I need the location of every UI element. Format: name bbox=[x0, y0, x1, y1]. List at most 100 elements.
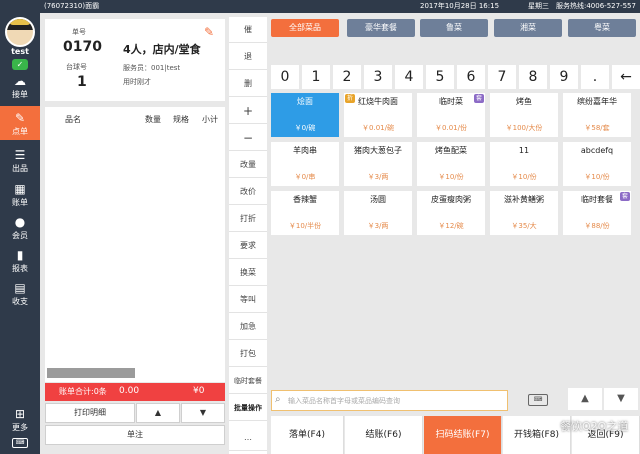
order-no: 0170 bbox=[63, 39, 102, 55]
numpad-5[interactable]: 5 bbox=[426, 65, 454, 89]
service-hotline: 服务热线:4006-527-557 bbox=[556, 2, 636, 10]
dish-card[interactable]: 皮蛋瘦肉粥 ￥12/碗 bbox=[417, 191, 485, 235]
dish-card[interactable]: 11 ￥10/份 bbox=[490, 142, 558, 186]
dish-card[interactable]: 香辣蟹 ￥10/半份 bbox=[271, 191, 339, 235]
dish-search-box[interactable]: ⌕ 输入菜品名称首字母或菜品编码查询 bbox=[271, 390, 508, 411]
ordered-dish-list[interactable]: 品名 数量 规格 小计 bbox=[45, 107, 225, 382]
keyboard-icon[interactable]: ⌨ bbox=[528, 394, 548, 406]
scroll-up-button[interactable]: ▲ bbox=[136, 403, 180, 423]
bill-count: 账单合计:0条 bbox=[59, 387, 107, 396]
cloud-download-icon: ☁ bbox=[14, 74, 26, 88]
op-temp-set[interactable]: 临时套餐 bbox=[229, 368, 267, 394]
user-icon: ● bbox=[14, 215, 26, 229]
dish-card[interactable]: 套 临时菜 ￥0.01/份 bbox=[417, 93, 485, 137]
dish-card[interactable]: 烤鱼配菜 ￥10/份 bbox=[417, 142, 485, 186]
numpad-7[interactable]: 7 bbox=[488, 65, 516, 89]
dish-card[interactable]: 滋补黄鳝粥 ￥35/大 bbox=[490, 191, 558, 235]
op-rush[interactable]: 加急 bbox=[229, 314, 267, 340]
watermark: 餐饮O2O之道 bbox=[560, 420, 629, 433]
dish-card[interactable]: abcdefq ￥10/份 bbox=[563, 142, 631, 186]
dish-card[interactable]: 套 临时套餐 ￥88/份 bbox=[563, 191, 631, 235]
sidebar-item-order[interactable]: ✎ 点单 bbox=[0, 106, 40, 140]
op-return[interactable]: 退 bbox=[229, 44, 267, 70]
col-qty: 数量 bbox=[145, 115, 161, 124]
op-request[interactable]: 要求 bbox=[229, 233, 267, 259]
dish-card[interactable]: 烤鱼 ￥100/大份 bbox=[490, 93, 558, 137]
apps-icon: ⊞ bbox=[14, 407, 26, 421]
category-deluxe-set[interactable]: 豪华套餐 bbox=[347, 19, 415, 37]
print-detail-button[interactable]: 打印明细 bbox=[45, 403, 135, 423]
dish-card[interactable]: 猪肉大葱包子 ￥3/两 bbox=[344, 142, 412, 186]
op-delete[interactable]: 删 bbox=[229, 71, 267, 97]
sidebar-item-members[interactable]: ● 会员 bbox=[0, 210, 40, 244]
sidebar-item-bills[interactable]: ▦ 账单 bbox=[0, 177, 40, 211]
datetime: 2017年10月28日 16:15 bbox=[420, 2, 500, 10]
order-info-panel: 单号 0170 台球号 1 4人，店内/堂食 服务员：001|test 用时刚才… bbox=[45, 19, 225, 101]
category-xiang[interactable]: 湘菜 bbox=[494, 19, 562, 37]
sidebar-item-output[interactable]: ☰ 出品 bbox=[0, 143, 40, 177]
dish-card[interactable]: 折 红烧牛肉面 ￥0.01/碗 bbox=[344, 93, 412, 137]
op-wait-call[interactable]: 等叫 bbox=[229, 287, 267, 313]
numpad-3[interactable]: 3 bbox=[364, 65, 392, 89]
checkout-button[interactable]: 结账(F6) bbox=[345, 416, 423, 454]
sidebar-item-reports[interactable]: ▮ 报表 bbox=[0, 243, 40, 277]
sidebar-item-more[interactable]: ⊞ 更多 bbox=[0, 402, 40, 436]
col-spec: 规格 bbox=[173, 115, 189, 124]
numpad-6[interactable]: 6 bbox=[457, 65, 485, 89]
dish-card[interactable]: 烩面 ￥0/碗 bbox=[271, 93, 339, 137]
op-minus[interactable]: − bbox=[229, 125, 267, 151]
dish-card[interactable]: 羊肉串 ￥0/串 bbox=[271, 142, 339, 186]
numpad-dot[interactable]: . bbox=[581, 65, 609, 89]
edit-icon[interactable]: ✎ bbox=[204, 25, 218, 39]
op-change-qty[interactable]: 改量 bbox=[229, 152, 267, 178]
op-swap-dish[interactable]: 换菜 bbox=[229, 260, 267, 286]
scan-checkout-button[interactable]: 扫码结账(F7) bbox=[424, 416, 502, 454]
col-name: 品名 bbox=[65, 115, 81, 124]
bar-chart-icon: ▮ bbox=[16, 248, 24, 262]
scroll-down-button[interactable]: ▼ bbox=[181, 403, 225, 423]
waiter-info: 服务员：001|test bbox=[123, 64, 181, 72]
operation-column: 催 退 删 + − 改量 改价 打折 要求 换菜 等叫 加急 打包 临时套餐 批… bbox=[229, 17, 267, 454]
op-pack[interactable]: 打包 bbox=[229, 341, 267, 367]
category-yue[interactable]: 粤菜 bbox=[568, 19, 636, 37]
ledger-icon: ▤ bbox=[14, 281, 26, 295]
page-down-button[interactable]: ▼ bbox=[604, 388, 638, 410]
keyboard-icon[interactable]: ⌨ bbox=[12, 438, 28, 448]
sidebar-item-finance[interactable]: ▤ 收支 bbox=[0, 276, 40, 310]
page-up-button[interactable]: ▲ bbox=[568, 388, 602, 410]
category-all[interactable]: 全部菜品 bbox=[271, 19, 339, 37]
edit-icon: ✎ bbox=[14, 111, 26, 125]
username: test bbox=[11, 47, 29, 56]
guest-info: 4人，店内/堂食 bbox=[123, 43, 201, 56]
numpad-2[interactable]: 2 bbox=[333, 65, 361, 89]
order-note-button[interactable]: 单注 bbox=[45, 425, 225, 445]
op-plus[interactable]: + bbox=[229, 98, 267, 124]
order-no-label: 单号 bbox=[72, 28, 86, 36]
table-no: 1 bbox=[77, 74, 87, 90]
numpad-8[interactable]: 8 bbox=[519, 65, 547, 89]
numpad-4[interactable]: 4 bbox=[395, 65, 423, 89]
dish-card[interactable]: 缤纷嘉年华 ￥58/套 bbox=[563, 93, 631, 137]
numpad-0[interactable]: 0 bbox=[271, 65, 299, 89]
search-icon: ⌕ bbox=[275, 394, 281, 405]
horizontal-scrollbar[interactable] bbox=[47, 368, 135, 378]
avatar[interactable] bbox=[5, 17, 35, 47]
grid-icon: ▦ bbox=[14, 182, 26, 196]
category-lu[interactable]: 鲁菜 bbox=[420, 19, 488, 37]
op-more[interactable]: … bbox=[229, 425, 267, 451]
sidebar-item-receive[interactable]: ☁ 接单 bbox=[0, 69, 40, 103]
op-change-price[interactable]: 改价 bbox=[229, 179, 267, 205]
weekday: 星期三 bbox=[528, 2, 549, 10]
top-status-bar: (76072310)面霸 2017年10月28日 16:15 星期三 服务热线:… bbox=[0, 0, 640, 13]
place-order-button[interactable]: 落单(F4) bbox=[271, 416, 344, 454]
op-discount[interactable]: 打折 bbox=[229, 206, 267, 232]
bill-yen: ¥0 bbox=[193, 386, 205, 396]
numpad-1[interactable]: 1 bbox=[302, 65, 330, 89]
bill-total-bar: 账单合计:0条 0.00 ¥0 bbox=[45, 383, 225, 401]
numpad-backspace[interactable]: ← bbox=[612, 65, 640, 89]
dish-card[interactable]: 汤圆 ￥3/两 bbox=[344, 191, 412, 235]
numpad-9[interactable]: 9 bbox=[550, 65, 578, 89]
op-batch[interactable]: 批量操作 bbox=[229, 395, 267, 421]
search-input[interactable]: 输入菜品名称首字母或菜品编码查询 bbox=[288, 396, 400, 406]
op-urge[interactable]: 催 bbox=[229, 17, 267, 43]
